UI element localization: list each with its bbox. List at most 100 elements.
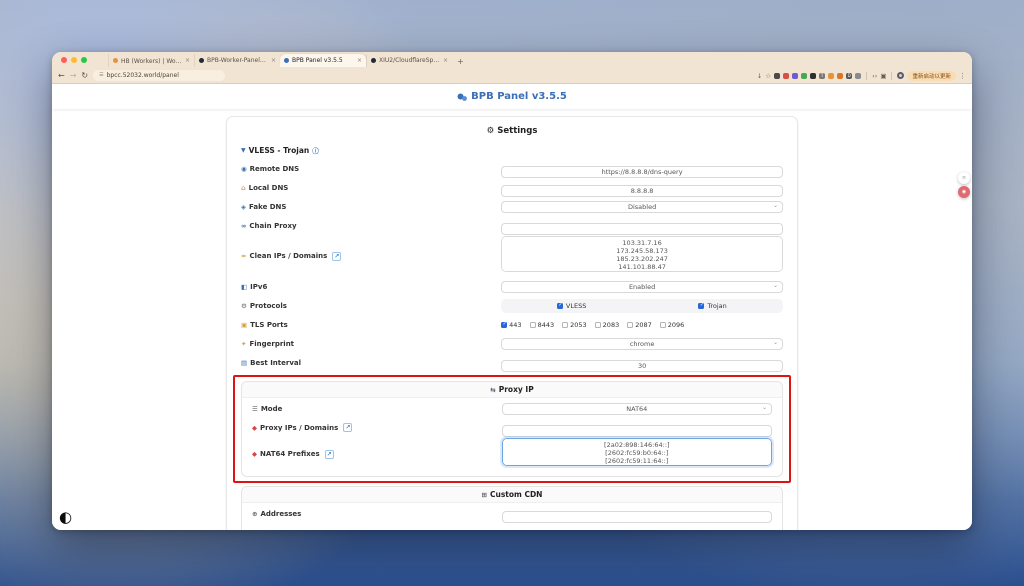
floating-widget-top[interactable]: ≡ — [958, 172, 970, 184]
clean-ips-textarea[interactable]: 103.31.7.16 173.245.58.173 185.23.202.24… — [501, 236, 783, 272]
extension-icon[interactable] — [801, 73, 807, 79]
chevron-collapse-icon: ▼ — [241, 147, 246, 154]
ipv6-select[interactable]: Enabled ⌄ — [501, 281, 783, 293]
info-icon: ⓘ — [312, 145, 319, 155]
extension-icon[interactable] — [792, 73, 798, 79]
back-button[interactable]: ← — [58, 71, 65, 80]
lock-icon: ▣ — [241, 321, 247, 329]
browser-menu-icon[interactable]: ⋮ — [959, 72, 966, 80]
fake-dns-select[interactable]: Disabled ⌄ — [501, 201, 783, 213]
house-icon: ⌂ — [241, 184, 246, 192]
port-8443-checkbox[interactable]: 8443 — [530, 321, 555, 329]
close-tab-icon[interactable]: × — [185, 57, 190, 64]
close-tab-icon[interactable]: × — [357, 57, 362, 64]
relaunch-update-button[interactable]: 重新启动以更新 — [907, 71, 956, 81]
select-value: NAT64 — [626, 405, 647, 413]
local-dns-row: ⌂ Local DNS — [241, 178, 783, 197]
tab-bpb-panel-active[interactable]: BPB Panel v3.5.5 × — [280, 54, 366, 67]
extension-icon[interactable] — [855, 73, 861, 79]
minimize-window-button[interactable] — [71, 57, 77, 63]
fingerprint-select[interactable]: chrome ⌄ — [501, 338, 783, 350]
chevron-down-icon: ⌄ — [773, 339, 778, 346]
chevron-down-icon: ⌄ — [762, 404, 767, 411]
extension-icon[interactable] — [828, 73, 834, 79]
port-2087-checkbox[interactable]: 2087 — [627, 321, 652, 329]
mode-icon: ☰ — [252, 405, 258, 413]
water-icon: ≈ — [241, 252, 246, 260]
field-label: Host — [260, 529, 278, 531]
remote-dns-row: ◉ Remote DNS — [241, 159, 783, 178]
new-tab-button[interactable]: + — [457, 57, 464, 67]
tab-cloudflare-speedtest[interactable]: XIU2/CloudflareSpeedTest… × — [366, 54, 452, 67]
extension-icon[interactable] — [783, 73, 789, 79]
remote-dns-input[interactable] — [501, 166, 783, 178]
external-link-icon[interactable]: ↗ — [325, 450, 334, 459]
site-info-icon[interactable]: ☰ — [99, 72, 103, 78]
toolbar-separator — [891, 72, 892, 80]
gear-icon: ⚙ — [487, 126, 495, 136]
select-value: Disabled — [628, 203, 656, 211]
external-link-icon[interactable]: ↗ — [343, 423, 352, 432]
port-2083-checkbox[interactable]: 2083 — [595, 321, 620, 329]
select-value: chrome — [630, 340, 655, 348]
extension-icon[interactable] — [810, 73, 816, 79]
close-window-button[interactable] — [61, 57, 67, 63]
vless-checkbox[interactable]: VLESS — [501, 302, 642, 310]
pin-icon: ◆ — [252, 424, 257, 432]
checkbox-icon — [627, 322, 633, 328]
close-tab-icon[interactable]: × — [443, 57, 448, 64]
download-icon[interactable]: ↓ — [757, 72, 762, 80]
side-panel-icon[interactable]: ▣ — [880, 72, 886, 80]
checkbox-icon — [562, 322, 568, 328]
best-interval-input[interactable] — [501, 360, 783, 372]
field-label: NAT64 Prefixes — [260, 450, 320, 458]
bookmark-star-icon[interactable]: ☆ — [765, 72, 771, 80]
devtools-icon[interactable]: ‹› — [872, 72, 877, 80]
tab-bpb-worker-panel[interactable]: BPB-Worker-Panel(NAT64/… × — [194, 54, 280, 67]
cdn-icon: ⊞ — [482, 491, 487, 499]
checkbox-checked-icon — [557, 303, 563, 309]
addresses-input[interactable] — [502, 511, 772, 523]
extension-icon[interactable] — [774, 73, 780, 79]
maximize-window-button[interactable] — [81, 57, 87, 63]
chevron-down-icon: ⌄ — [773, 282, 778, 289]
checkbox-label: Trojan — [707, 302, 726, 310]
field-label: Remote DNS — [250, 165, 299, 173]
reload-button[interactable]: ↻ — [81, 71, 88, 80]
port-2096-checkbox[interactable]: 2096 — [660, 321, 685, 329]
fake-dns-icon: ◈ — [241, 203, 246, 211]
profile-avatar[interactable] — [897, 72, 904, 79]
checkbox-label: 2087 — [635, 321, 652, 329]
theme-toggle-button[interactable]: ◐ — [59, 508, 72, 526]
checkbox-label: 2096 — [668, 321, 685, 329]
ipv6-row: ◧ IPv6 Enabled ⌄ — [241, 277, 783, 296]
mode-select[interactable]: NAT64 ⌄ — [502, 403, 772, 415]
external-link-icon[interactable]: ↗ — [332, 252, 341, 261]
address-bar[interactable]: ☰ bpcc.52032.world/panel — [93, 70, 225, 81]
field-label: Mode — [261, 405, 283, 413]
floating-widget-bottom[interactable]: ◉ — [958, 186, 970, 198]
close-tab-icon[interactable]: × — [271, 57, 276, 64]
checkbox-icon — [595, 322, 601, 328]
field-label: Addresses — [260, 510, 301, 518]
vless-trojan-section-header[interactable]: ▼ VLESS - Trojan ⓘ — [241, 143, 783, 159]
globe-icon: ⊕ — [252, 529, 257, 531]
field-label: Fake DNS — [249, 203, 286, 211]
extension-icon[interactable] — [837, 73, 843, 79]
port-443-checkbox[interactable]: 443 — [501, 321, 521, 329]
nat64-prefixes-textarea[interactable]: [2a02:898:146:64::] [2602:fc59:b0:64::] … — [502, 438, 772, 466]
tab-title: HB (Workers) | Workers 管… — [121, 56, 182, 65]
port-2053-checkbox[interactable]: 2053 — [562, 321, 587, 329]
tab-workers[interactable]: HB (Workers) | Workers 管… × — [108, 54, 194, 67]
trojan-checkbox[interactable]: Trojan — [642, 302, 783, 310]
clean-ips-row: ≈ Clean IPs / Domains ↗ 103.31.7.16 173.… — [241, 235, 783, 277]
local-dns-input[interactable] — [501, 185, 783, 197]
tab-strip: HB (Workers) | Workers 管… × BPB-Worker-P… — [52, 52, 972, 67]
field-label: Chain Proxy — [249, 222, 296, 230]
github-favicon — [199, 58, 204, 63]
best-interval-row: ▤ Best Interval — [241, 353, 783, 372]
proxy-ips-input[interactable] — [502, 425, 772, 437]
proxy-ips-row: ◆ Proxy IPs / Domains ↗ — [252, 418, 772, 437]
chain-proxy-input[interactable] — [501, 223, 783, 235]
forward-button[interactable]: → — [70, 71, 77, 80]
